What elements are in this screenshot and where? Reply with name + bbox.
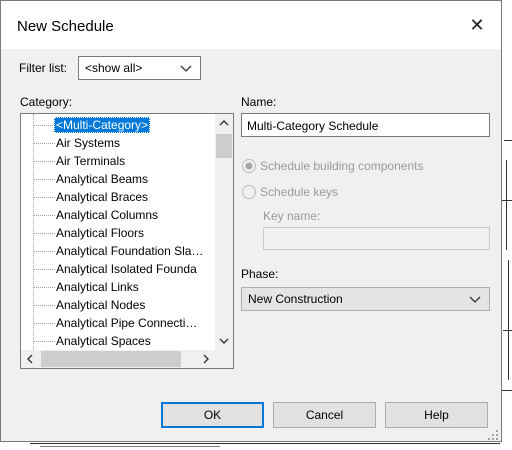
category-label: Category:: [20, 95, 73, 109]
chevron-down-icon: [469, 296, 481, 303]
new-schedule-dialog: New Schedule ✕ Filter list: <show all> C…: [0, 0, 502, 442]
cancel-button[interactable]: Cancel: [273, 402, 376, 428]
horizontal-scrollbar[interactable]: [21, 350, 215, 368]
phase-value: New Construction: [248, 292, 343, 306]
category-items: <Multi-Category> Air Systems Air Termina…: [21, 114, 215, 350]
key-name-field[interactable]: [263, 227, 490, 250]
help-button[interactable]: Help: [385, 402, 488, 428]
schedule-components-label: Schedule building components: [260, 159, 424, 173]
category-item[interactable]: Analytical Links: [21, 278, 215, 296]
scroll-down-icon[interactable]: [215, 332, 233, 350]
category-item[interactable]: Analytical Spaces: [21, 332, 215, 350]
scroll-corner: [215, 350, 233, 368]
category-item[interactable]: Air Terminals: [21, 152, 215, 170]
close-icon[interactable]: ✕: [457, 9, 497, 41]
category-tree-list[interactable]: <Multi-Category> Air Systems Air Termina…: [20, 113, 234, 369]
category-item[interactable]: Air Systems: [21, 134, 215, 152]
resize-grip-icon[interactable]: [485, 427, 499, 441]
filter-list-label: Filter list:: [19, 61, 67, 75]
category-item[interactable]: <Multi-Category>: [21, 116, 215, 134]
horizontal-scroll-thumb[interactable]: [41, 351, 181, 367]
scroll-right-icon[interactable]: [197, 350, 215, 368]
category-item[interactable]: Analytical Isolated Founda: [21, 260, 215, 278]
ok-button[interactable]: OK: [161, 402, 264, 428]
vertical-scrollbar[interactable]: [215, 114, 233, 350]
schedule-components-radio[interactable]: [241, 158, 257, 174]
category-item[interactable]: Analytical Nodes: [21, 296, 215, 314]
phase-label: Phase:: [241, 267, 279, 281]
phase-dropdown[interactable]: New Construction: [241, 287, 490, 311]
filter-list-dropdown[interactable]: <show all>: [78, 56, 201, 80]
key-name-label: Key name:: [263, 209, 321, 223]
schedule-keys-label: Schedule keys: [260, 185, 339, 199]
scroll-up-icon[interactable]: [215, 114, 233, 132]
name-value: Multi-Category Schedule: [247, 119, 379, 133]
filter-list-value: <show all>: [85, 61, 143, 75]
category-item[interactable]: Analytical Beams: [21, 170, 215, 188]
dialog-title: New Schedule: [17, 18, 114, 35]
category-item[interactable]: Analytical Pipe Connecti…: [21, 314, 215, 332]
category-item[interactable]: Analytical Floors: [21, 224, 215, 242]
schedule-keys-radio[interactable]: [241, 184, 257, 200]
title-bar: New Schedule ✕: [1, 1, 501, 49]
scroll-left-icon[interactable]: [21, 350, 39, 368]
category-item[interactable]: Analytical Braces: [21, 188, 215, 206]
category-item[interactable]: Analytical Foundation Sla…: [21, 242, 215, 260]
vertical-scroll-thumb[interactable]: [216, 134, 232, 158]
chevron-down-icon: [180, 65, 192, 72]
name-field[interactable]: Multi-Category Schedule: [241, 113, 490, 137]
category-item[interactable]: Analytical Columns: [21, 206, 215, 224]
name-label: Name:: [241, 95, 277, 109]
